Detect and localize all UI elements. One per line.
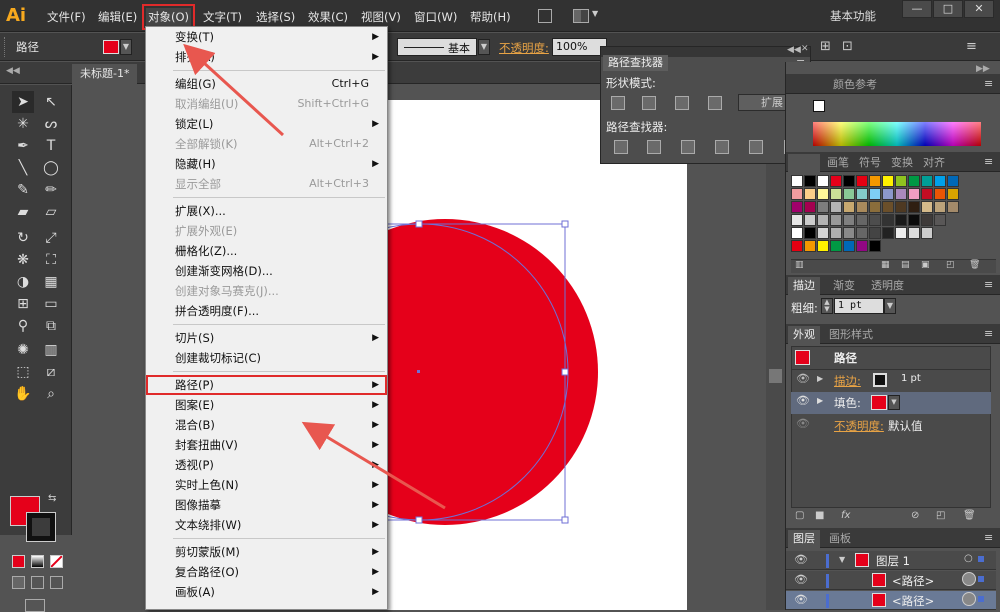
annotation-arrow-menu: [183, 43, 285, 137]
annotation-overlay: [183, 43, 446, 510]
annotation-arrow-path: [301, 421, 446, 510]
